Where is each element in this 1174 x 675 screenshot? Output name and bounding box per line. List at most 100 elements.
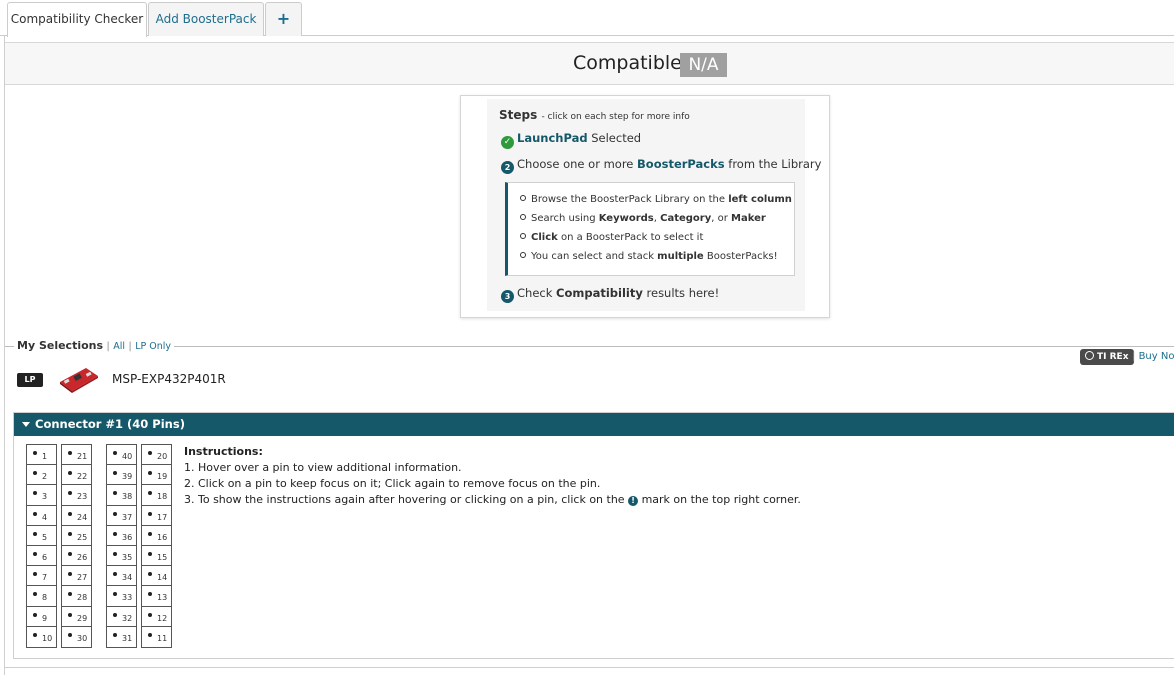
substep-bold: Keywords [598,213,654,224]
pin-dot-icon [33,511,37,516]
connector-header[interactable]: Connector #1 (40 Pins) [14,413,1174,436]
selections-title: My Selections [17,339,104,352]
connector-pin[interactable]: 28 [62,586,91,607]
connector-panel: Connector #1 (40 Pins) 1 2 3 4 5 6 7 8 9 10 21 22 2… [13,412,1174,659]
connector-pin[interactable]: 40 [107,445,136,466]
connector-pin[interactable]: 10 [27,627,56,647]
filter-all-link[interactable]: All [113,341,125,352]
steps-panel: Steps - click on each step for more info… [460,95,830,318]
pin-number: 36 [122,532,133,542]
pin-number: 24 [77,512,88,522]
pin-column-3: 40 39 38 37 36 35 34 33 32 31 [106,444,137,648]
connector-pin[interactable]: 8 [27,586,56,607]
tab-add-boosterpack[interactable]: Add BoosterPack [148,2,264,36]
pin-dot-icon [68,592,72,597]
bullet-icon [520,195,526,201]
connector-pin[interactable]: 22 [62,465,91,486]
connector-pin[interactable]: 31 [107,627,136,647]
pin-dot-icon [113,632,117,637]
pin-column-2: 21 22 23 24 25 26 27 28 29 30 [61,444,92,648]
substep-bold: Category [660,213,712,224]
pin-dot-icon [148,451,152,455]
connector-pin[interactable]: 18 [142,485,171,506]
launchpad-link[interactable]: LaunchPad [517,131,588,145]
step-3[interactable]: 3 Check Compatibility results here! [501,286,719,303]
connector-pin[interactable]: 4 [27,506,56,526]
connector-pin[interactable]: 26 [62,546,91,567]
pin-number: 4 [42,512,48,522]
connector-pin[interactable]: 15 [142,546,171,567]
substep-text: BoosterPacks! [703,251,778,262]
connector-pin[interactable]: 2 [27,465,56,486]
connector-pin[interactable]: 21 [62,445,91,466]
pin-dot-icon [148,632,152,637]
ti-rex-label: TI REx [1097,352,1129,362]
connector-pin[interactable]: 38 [107,485,136,506]
compatibility-status-badge: N/A [680,53,727,77]
connector-pin[interactable]: 19 [142,465,171,486]
connector-pin[interactable]: 34 [107,566,136,587]
pin-dot-icon [33,451,37,455]
connector-pin[interactable]: 29 [62,607,91,627]
pin-dot-icon [68,511,72,516]
connector-pin[interactable]: 1 [27,445,56,466]
connector-pin[interactable]: 30 [62,627,91,647]
connector-pin[interactable]: 32 [107,607,136,627]
substep-text: on a BoosterPack to select it [557,232,704,243]
connector-pin[interactable]: 36 [107,526,136,546]
connector-pin[interactable]: 12 [142,607,171,627]
pin-number: 11 [157,633,168,643]
compatibility-bar: Compatible? N/A [5,42,1174,85]
connector-pin[interactable]: 24 [62,506,91,526]
boosterpacks-link[interactable]: BoosterPacks [637,157,725,171]
connector-pin[interactable]: 5 [27,526,56,546]
filter-lp-only-link[interactable]: LP Only [135,341,171,352]
pin-number: 16 [157,532,168,542]
bullet-icon [520,233,526,239]
pin-dot-icon [68,572,72,577]
connector-pin[interactable]: 35 [107,546,136,567]
connector-pin[interactable]: 6 [27,546,56,567]
launchpad-board-image[interactable] [56,364,100,394]
pin-dot-icon [113,531,117,536]
pin-number: 10 [42,633,53,643]
instructions: Instructions: 1. Hover over a pin to vie… [184,444,801,508]
pin-number: 13 [157,593,168,603]
pin-number: 27 [77,573,88,583]
step-1[interactable]: ✓ LaunchPad Selected [501,131,641,149]
connector-pin[interactable]: 33 [107,586,136,607]
connector-pin[interactable]: 20 [142,445,171,466]
pin-dot-icon [148,511,152,516]
pin-number: 28 [77,593,88,603]
connector-pin[interactable]: 17 [142,506,171,526]
connector-pin[interactable]: 27 [62,566,91,587]
pin-dot-icon [68,632,72,637]
connector-pin[interactable]: 37 [107,506,136,526]
steps-title: Steps - click on each step for more info [499,108,690,122]
connector-pin[interactable]: 23 [62,485,91,506]
ti-rex-button[interactable]: TI REx [1080,349,1134,365]
bullet-icon [520,252,526,258]
connector-pin[interactable]: 3 [27,485,56,506]
connector-pin[interactable]: 16 [142,526,171,546]
connector-pin[interactable]: 14 [142,566,171,587]
pin-dot-icon [33,531,37,536]
connector-pin[interactable]: 7 [27,566,56,587]
step-2[interactable]: 2 Choose one or more BoosterPacks from th… [501,157,821,174]
pin-number: 40 [122,452,133,461]
pin-dot-icon [113,592,117,597]
connector-pin[interactable]: 39 [107,465,136,486]
tab-compatibility-checker[interactable]: Compatibility Checker [7,2,147,37]
separator: | [1132,351,1136,362]
instruction-line-2: 2. Click on a pin to keep focus on it; C… [184,477,601,490]
pin-dot-icon [68,471,72,476]
connector-pin[interactable]: 11 [142,627,171,647]
connector-pin[interactable]: 13 [142,586,171,607]
pin-dot-icon [113,612,117,617]
connector-pin[interactable]: 9 [27,607,56,627]
substep-search: Search using Keywords, Category, or Make… [520,213,766,224]
pin-number: 19 [157,472,168,482]
add-tab-button[interactable]: + [265,2,302,36]
connector-pin[interactable]: 25 [62,526,91,546]
buy-now-link[interactable]: Buy Now [1139,351,1174,362]
